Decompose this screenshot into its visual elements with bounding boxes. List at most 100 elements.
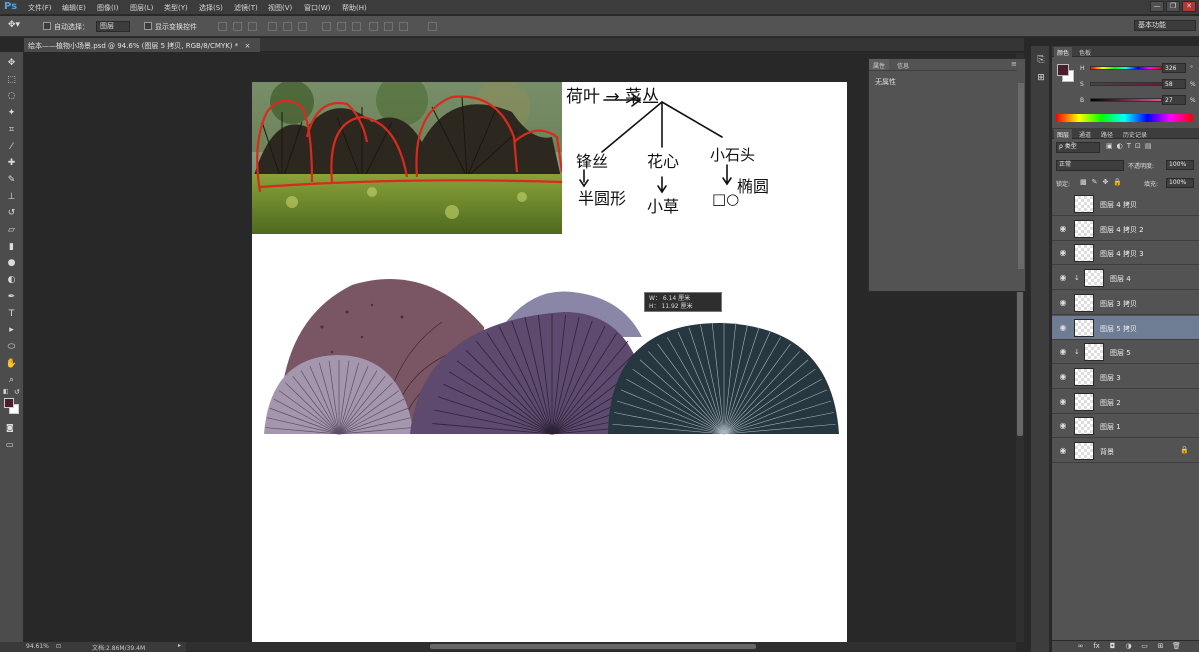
panel-menu-icon[interactable]: ≡: [1011, 60, 1017, 68]
brightness-input[interactable]: 27: [1162, 95, 1186, 105]
align-bottom-icon[interactable]: [248, 22, 257, 31]
blur-tool-icon[interactable]: ●: [4, 257, 19, 270]
layer-thumbnail[interactable]: [1074, 244, 1094, 263]
lasso-tool-icon[interactable]: ◌: [4, 90, 19, 103]
dock-history-icon[interactable]: ⎘: [1035, 54, 1047, 66]
layer-name[interactable]: 图层 4 拷贝 3: [1100, 249, 1144, 259]
vertical-scroll-thumb[interactable]: [1017, 290, 1023, 436]
layer-name[interactable]: 图层 5: [1110, 348, 1131, 358]
menu-edit[interactable]: 编辑(E): [62, 3, 86, 13]
zoom-level[interactable]: 94.61%: [26, 643, 49, 650]
layer-thumbnail[interactable]: [1074, 195, 1094, 213]
align-vcenter-icon[interactable]: [233, 22, 242, 31]
layer-name[interactable]: 图层 2: [1100, 398, 1121, 408]
layer-row[interactable]: ◉ 图层 4 拷贝 2: [1052, 216, 1199, 241]
menu-layer[interactable]: 图层(L): [130, 3, 153, 13]
layer-row[interactable]: ◉ 背景 🔒: [1052, 439, 1199, 463]
add-mask-icon[interactable]: ◘: [1108, 642, 1117, 651]
delete-layer-icon[interactable]: 🗑: [1172, 642, 1181, 651]
color-spectrum-bar[interactable]: [1056, 114, 1193, 122]
tab-channels[interactable]: 通道: [1076, 129, 1094, 140]
marquee-tool-icon[interactable]: ⬚: [4, 74, 19, 87]
properties-scrollbar[interactable]: [1018, 83, 1024, 269]
layer-row[interactable]: ◉ 图层 3: [1052, 364, 1199, 389]
layer-thumbnail[interactable]: [1074, 318, 1094, 337]
layer-thumbnail[interactable]: [1074, 219, 1094, 238]
layer-thumbnail[interactable]: [1074, 293, 1094, 312]
layer-row[interactable]: ◉ 图层 3 拷贝: [1052, 290, 1199, 315]
healing-brush-tool-icon[interactable]: ✚: [4, 157, 19, 170]
layer-thumbnail[interactable]: [1074, 367, 1094, 386]
layer-filter-icons[interactable]: ▣◐T⊡▤: [1106, 142, 1155, 150]
hue-slider[interactable]: [1090, 66, 1162, 70]
shape-tool-icon[interactable]: ⬭: [4, 341, 19, 354]
gradient-tool-icon[interactable]: ▮: [4, 241, 19, 254]
distribute-left-icon[interactable]: [369, 22, 378, 31]
history-brush-tool-icon[interactable]: ↺: [4, 207, 19, 220]
menu-image[interactable]: 图像(I): [97, 3, 119, 13]
layer-thumbnail[interactable]: [1074, 392, 1094, 411]
layer-name[interactable]: 背景: [1100, 447, 1114, 457]
move-tool-preset-icon[interactable]: ✥▾: [8, 20, 20, 30]
pen-tool-icon[interactable]: ✒: [4, 291, 19, 304]
dock-properties-icon[interactable]: ⊞: [1035, 72, 1047, 84]
default-colors-icon[interactable]: ◧: [3, 388, 9, 395]
brightness-slider[interactable]: [1090, 98, 1162, 102]
visibility-eye-icon[interactable]: [1058, 199, 1068, 209]
foreground-color-swatch[interactable]: [4, 398, 14, 408]
distribute-vcenter-icon[interactable]: [337, 22, 346, 31]
layer-thumbnail[interactable]: [1074, 417, 1094, 436]
menu-view[interactable]: 视图(V): [268, 3, 292, 13]
layer-row[interactable]: ◉ 图层 1: [1052, 414, 1199, 439]
align-left-icon[interactable]: [268, 22, 277, 31]
document-canvas[interactable]: 荷叶 → 菜丛 锋丝 花心 小石头 半圆形 小草 □○ 椭圆: [252, 82, 847, 642]
clone-stamp-tool-icon[interactable]: ⊥: [4, 191, 19, 204]
visibility-eye-icon[interactable]: ◉: [1058, 273, 1068, 283]
link-layers-icon[interactable]: ∞: [1076, 642, 1085, 651]
visibility-eye-icon[interactable]: ◉: [1058, 224, 1068, 234]
visibility-eye-icon[interactable]: ◉: [1058, 372, 1068, 382]
screen-mode-icon[interactable]: ▭: [6, 440, 14, 449]
document-tab-close-icon[interactable]: ×: [245, 42, 251, 50]
align-hcenter-icon[interactable]: [283, 22, 292, 31]
new-group-icon[interactable]: ▭: [1140, 642, 1149, 651]
menu-type[interactable]: 类型(Y): [164, 3, 188, 13]
visibility-eye-icon[interactable]: ◉: [1058, 421, 1068, 431]
tab-color[interactable]: 颜色: [1054, 47, 1073, 58]
auto-align-icon[interactable]: [428, 22, 437, 31]
workspace-dropdown[interactable]: 基本功能: [1134, 20, 1196, 31]
eraser-tool-icon[interactable]: ▱: [4, 224, 19, 237]
align-right-icon[interactable]: [298, 22, 307, 31]
layer-name[interactable]: 图层 4 拷贝: [1100, 200, 1137, 210]
layer-style-icon[interactable]: fx: [1092, 642, 1101, 651]
show-transform-checkbox[interactable]: [144, 22, 152, 30]
layer-row[interactable]: ◉ ↓ 图层 4: [1052, 266, 1199, 291]
saturation-input[interactable]: 58: [1162, 79, 1186, 89]
auto-select-dropdown[interactable]: 图层: [96, 21, 130, 32]
status-menu-arrow-icon[interactable]: ▸: [178, 642, 181, 649]
close-window-button[interactable]: ✕: [1182, 1, 1196, 12]
blend-mode-dropdown[interactable]: 正常: [1056, 160, 1124, 171]
dodge-tool-icon[interactable]: ◐: [4, 274, 19, 287]
visibility-eye-icon[interactable]: ◉: [1058, 248, 1068, 258]
opacity-input[interactable]: 100%: [1166, 160, 1194, 170]
quick-select-tool-icon[interactable]: ✦: [4, 107, 19, 120]
color-panel-foreground-swatch[interactable]: [1057, 64, 1069, 76]
auto-select-checkbox[interactable]: [43, 22, 51, 30]
visibility-eye-icon[interactable]: ◉: [1058, 446, 1068, 456]
restore-button[interactable]: ❐: [1166, 1, 1180, 12]
layer-row[interactable]: ◉ 图层 5 拷贝: [1052, 315, 1199, 340]
layer-name[interactable]: 图层 4 拷贝 2: [1100, 225, 1144, 235]
adjustment-layer-icon[interactable]: ◑: [1124, 642, 1133, 651]
new-layer-icon[interactable]: ⊞: [1156, 642, 1165, 651]
layer-filter-dropdown[interactable]: ρ 类型: [1056, 142, 1100, 153]
document-tab[interactable]: 绘本——植物小场景.psd @ 94.6% (图层 5 拷贝, RGB/8/CM…: [24, 38, 260, 52]
lock-icons[interactable]: ▩✎✥🔒: [1080, 178, 1127, 186]
distribute-bottom-icon[interactable]: [352, 22, 361, 31]
tab-layers[interactable]: 图层: [1054, 129, 1073, 140]
distribute-hcenter-icon[interactable]: [384, 22, 393, 31]
layer-name[interactable]: 图层 5 拷贝: [1100, 324, 1137, 334]
layer-name[interactable]: 图层 3: [1100, 373, 1121, 383]
menu-file[interactable]: 文件(F): [28, 3, 52, 13]
layer-row[interactable]: ◉ 图层 4 拷贝 3: [1052, 241, 1199, 266]
